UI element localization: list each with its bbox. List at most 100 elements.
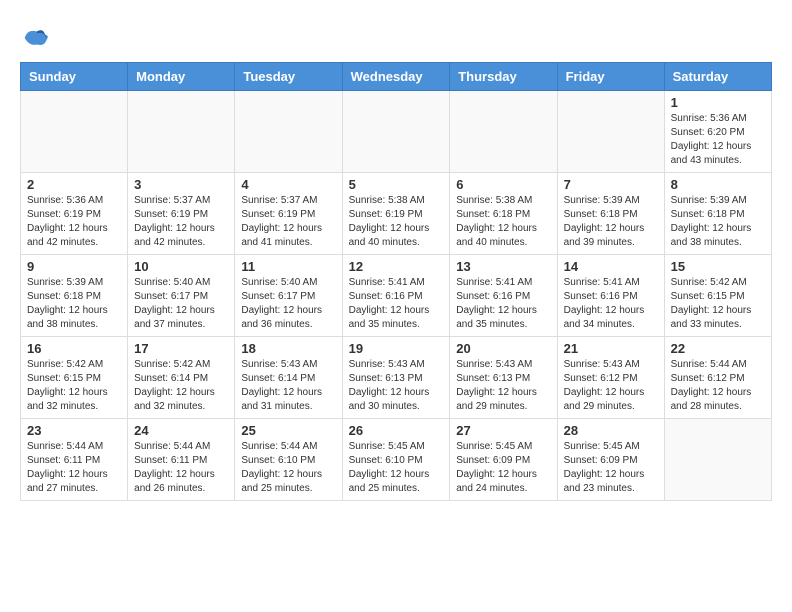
calendar-cell: 18 Sunrise: 5:43 AM Sunset: 6:14 PM Dayli…	[235, 337, 342, 419]
column-header-saturday: Saturday	[664, 63, 771, 91]
day-number: 3	[134, 177, 228, 192]
day-number: 10	[134, 259, 228, 274]
column-header-tuesday: Tuesday	[235, 63, 342, 91]
day-info: Sunrise: 5:36 AM Sunset: 6:20 PM Dayligh…	[671, 112, 765, 168]
calendar-cell: 13 Sunrise: 5:41 AM Sunset: 6:16 PM Dayli…	[450, 255, 557, 337]
day-info: Sunrise: 5:45 AM Sunset: 6:09 PM Dayligh…	[564, 440, 658, 496]
day-info: Sunrise: 5:38 AM Sunset: 6:19 PM Dayligh…	[349, 194, 444, 250]
calendar-table: SundayMondayTuesdayWednesdayThursdayFrid…	[20, 62, 772, 501]
day-number: 13	[456, 259, 550, 274]
calendar-cell	[450, 91, 557, 173]
calendar-cell: 5Sunrise: 5:38 AM Sunset: 6:19 PM Daylig…	[342, 173, 450, 255]
day-info: Sunrise: 5:42 AM Sunset: 6:14 PM Dayligh…	[134, 358, 228, 414]
day-number: 23	[27, 423, 121, 438]
calendar-cell: 3 Sunrise: 5:37 AM Sunset: 6:19 PM Daylig…	[128, 173, 235, 255]
day-info: Sunrise: 5:44 AM Sunset: 6:11 PM Dayligh…	[134, 440, 228, 496]
day-info: Sunrise: 5:37 AM Sunset: 6:19 PM Dayligh…	[134, 194, 228, 250]
day-info: Sunrise: 5:43 AM Sunset: 6:13 PM Dayligh…	[349, 358, 444, 414]
calendar-cell: 1Sunrise: 5:36 AM Sunset: 6:20 PM Daylig…	[664, 91, 771, 173]
calendar-cell	[557, 91, 664, 173]
calendar-cell: 27Sunrise: 5:45 AM Sunset: 6:09 PM Dayli…	[450, 419, 557, 501]
calendar-cell: 21Sunrise: 5:43 AM Sunset: 6:12 PM Dayli…	[557, 337, 664, 419]
calendar-cell	[21, 91, 128, 173]
day-info: Sunrise: 5:44 AM Sunset: 6:11 PM Dayligh…	[27, 440, 121, 496]
calendar-cell: 9 Sunrise: 5:39 AM Sunset: 6:18 PM Daylig…	[21, 255, 128, 337]
calendar-cell: 17 Sunrise: 5:42 AM Sunset: 6:14 PM Dayli…	[128, 337, 235, 419]
day-number: 17	[134, 341, 228, 356]
calendar-cell: 4 Sunrise: 5:37 AM Sunset: 6:19 PM Daylig…	[235, 173, 342, 255]
day-info: Sunrise: 5:36 AM Sunset: 6:19 PM Dayligh…	[27, 194, 121, 250]
calendar-cell: 6 Sunrise: 5:38 AM Sunset: 6:18 PM Daylig…	[450, 173, 557, 255]
calendar-cell: 11 Sunrise: 5:40 AM Sunset: 6:17 PM Dayli…	[235, 255, 342, 337]
calendar-week-5: 23 Sunrise: 5:44 AM Sunset: 6:11 PM Dayli…	[21, 419, 772, 501]
calendar-cell: 28Sunrise: 5:45 AM Sunset: 6:09 PM Dayli…	[557, 419, 664, 501]
calendar-cell: 19 Sunrise: 5:43 AM Sunset: 6:13 PM Dayli…	[342, 337, 450, 419]
day-info: Sunrise: 5:39 AM Sunset: 6:18 PM Dayligh…	[27, 276, 121, 332]
calendar-cell: 24 Sunrise: 5:44 AM Sunset: 6:11 PM Dayli…	[128, 419, 235, 501]
column-header-sunday: Sunday	[21, 63, 128, 91]
calendar-cell: 20 Sunrise: 5:43 AM Sunset: 6:13 PM Dayli…	[450, 337, 557, 419]
day-info: Sunrise: 5:40 AM Sunset: 6:17 PM Dayligh…	[134, 276, 228, 332]
calendar-cell: 14 Sunrise: 5:41 AM Sunset: 6:16 PM Dayli…	[557, 255, 664, 337]
day-number: 6	[456, 177, 550, 192]
day-number: 24	[134, 423, 228, 438]
day-number: 26	[349, 423, 444, 438]
day-number: 9	[27, 259, 121, 274]
day-number: 4	[241, 177, 335, 192]
day-info: Sunrise: 5:42 AM Sunset: 6:15 PM Dayligh…	[27, 358, 121, 414]
logo	[20, 28, 50, 52]
calendar-cell: 8 Sunrise: 5:39 AM Sunset: 6:18 PM Daylig…	[664, 173, 771, 255]
day-info: Sunrise: 5:41 AM Sunset: 6:16 PM Dayligh…	[456, 276, 550, 332]
day-number: 15	[671, 259, 765, 274]
calendar-week-3: 9 Sunrise: 5:39 AM Sunset: 6:18 PM Daylig…	[21, 255, 772, 337]
day-number: 14	[564, 259, 658, 274]
day-info: Sunrise: 5:41 AM Sunset: 6:16 PM Dayligh…	[564, 276, 658, 332]
day-info: Sunrise: 5:45 AM Sunset: 6:09 PM Dayligh…	[456, 440, 550, 496]
calendar-cell	[128, 91, 235, 173]
calendar-cell	[342, 91, 450, 173]
calendar-header-row: SundayMondayTuesdayWednesdayThursdayFrid…	[21, 63, 772, 91]
calendar-week-2: 2 Sunrise: 5:36 AM Sunset: 6:19 PM Daylig…	[21, 173, 772, 255]
day-number: 8	[671, 177, 765, 192]
calendar-cell: 15 Sunrise: 5:42 AM Sunset: 6:15 PM Dayli…	[664, 255, 771, 337]
calendar-cell	[664, 419, 771, 501]
day-info: Sunrise: 5:40 AM Sunset: 6:17 PM Dayligh…	[241, 276, 335, 332]
calendar-week-1: 1Sunrise: 5:36 AM Sunset: 6:20 PM Daylig…	[21, 91, 772, 173]
day-number: 22	[671, 341, 765, 356]
day-number: 2	[27, 177, 121, 192]
day-info: Sunrise: 5:43 AM Sunset: 6:14 PM Dayligh…	[241, 358, 335, 414]
logo-icon	[20, 24, 48, 52]
day-info: Sunrise: 5:43 AM Sunset: 6:12 PM Dayligh…	[564, 358, 658, 414]
calendar-cell: 23 Sunrise: 5:44 AM Sunset: 6:11 PM Dayli…	[21, 419, 128, 501]
calendar-cell: 10 Sunrise: 5:40 AM Sunset: 6:17 PM Dayli…	[128, 255, 235, 337]
calendar-cell: 22 Sunrise: 5:44 AM Sunset: 6:12 PM Dayli…	[664, 337, 771, 419]
day-info: Sunrise: 5:43 AM Sunset: 6:13 PM Dayligh…	[456, 358, 550, 414]
calendar-cell	[235, 91, 342, 173]
day-info: Sunrise: 5:39 AM Sunset: 6:18 PM Dayligh…	[671, 194, 765, 250]
day-info: Sunrise: 5:45 AM Sunset: 6:10 PM Dayligh…	[349, 440, 444, 496]
column-header-thursday: Thursday	[450, 63, 557, 91]
calendar-cell: 7 Sunrise: 5:39 AM Sunset: 6:18 PM Daylig…	[557, 173, 664, 255]
column-header-wednesday: Wednesday	[342, 63, 450, 91]
calendar-cell: 12 Sunrise: 5:41 AM Sunset: 6:16 PM Dayli…	[342, 255, 450, 337]
day-number: 12	[349, 259, 444, 274]
calendar-cell: 26 Sunrise: 5:45 AM Sunset: 6:10 PM Dayli…	[342, 419, 450, 501]
day-info: Sunrise: 5:44 AM Sunset: 6:10 PM Dayligh…	[241, 440, 335, 496]
column-header-friday: Friday	[557, 63, 664, 91]
day-number: 19	[349, 341, 444, 356]
day-number: 16	[27, 341, 121, 356]
day-info: Sunrise: 5:41 AM Sunset: 6:16 PM Dayligh…	[349, 276, 444, 332]
day-info: Sunrise: 5:38 AM Sunset: 6:18 PM Dayligh…	[456, 194, 550, 250]
day-number: 11	[241, 259, 335, 274]
day-info: Sunrise: 5:42 AM Sunset: 6:15 PM Dayligh…	[671, 276, 765, 332]
calendar-cell: 2 Sunrise: 5:36 AM Sunset: 6:19 PM Daylig…	[21, 173, 128, 255]
day-info: Sunrise: 5:44 AM Sunset: 6:12 PM Dayligh…	[671, 358, 765, 414]
page-header	[20, 20, 772, 52]
column-header-monday: Monday	[128, 63, 235, 91]
day-number: 20	[456, 341, 550, 356]
calendar-cell: 25Sunrise: 5:44 AM Sunset: 6:10 PM Dayli…	[235, 419, 342, 501]
day-info: Sunrise: 5:37 AM Sunset: 6:19 PM Dayligh…	[241, 194, 335, 250]
day-number: 7	[564, 177, 658, 192]
day-number: 18	[241, 341, 335, 356]
day-info: Sunrise: 5:39 AM Sunset: 6:18 PM Dayligh…	[564, 194, 658, 250]
